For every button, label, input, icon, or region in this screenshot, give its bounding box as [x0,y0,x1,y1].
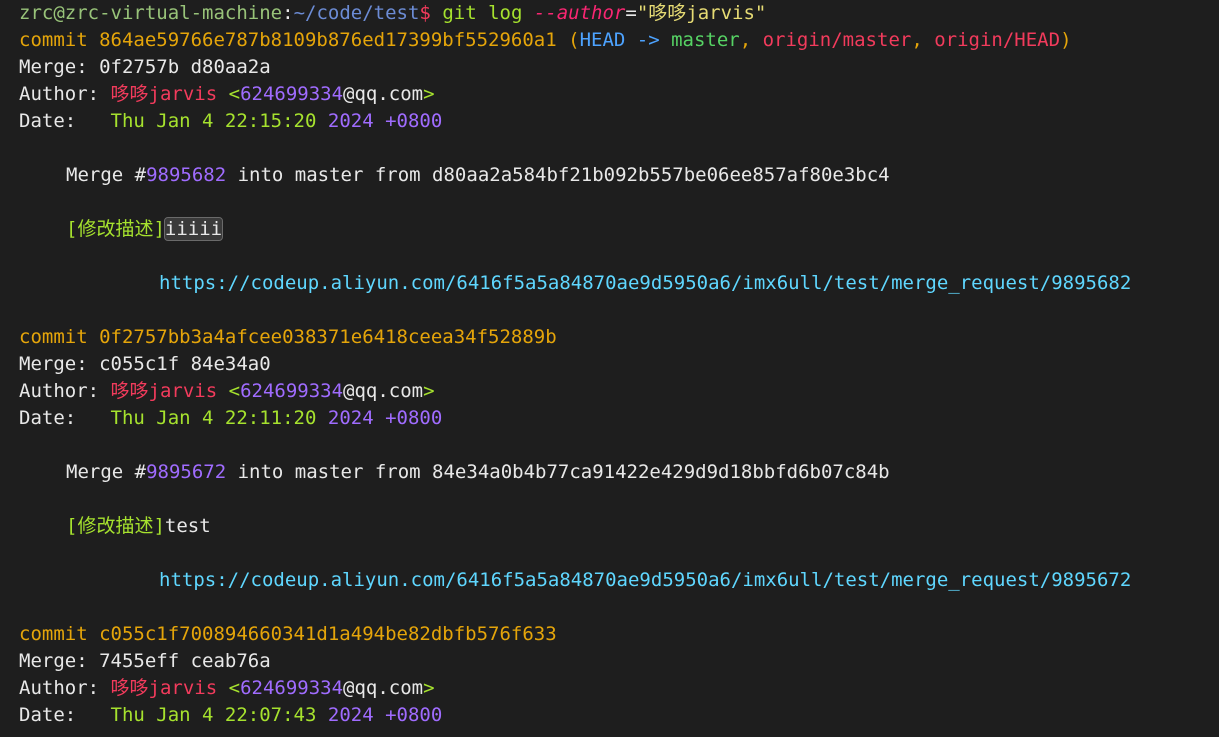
email-open: < [228,83,241,105]
refs-open: ( [568,29,580,51]
email-close: > [423,677,435,699]
description-line: [修改描述]iiiii [19,216,1219,243]
merge-parents: 0f2757b d80aa2a [99,56,271,78]
commit-line: commit 0f2757bb3a4afcee038371e6418ceea34… [19,324,1219,351]
date-timezone: +0800 [385,407,443,429]
date-line: Date: Thu Jan 4 22:07:43 2024 +0800 [19,702,1219,729]
date-year: 2024 [327,407,374,429]
date-text: Thu Jan 4 22:07:43 [110,704,317,726]
merge-line: Merge: 7455eff ceab76a [19,648,1219,675]
prompt-separator: : [282,2,294,24]
commit-label: commit [19,29,88,51]
message-prefix: Merge # [66,461,147,483]
ref-head: HEAD -> [579,29,672,51]
date-year: 2024 [327,110,374,132]
description-tag: [修改描述] [66,218,165,240]
commit-label: commit [19,623,88,645]
commit-line: commit 864ae59766e787b8109b876ed17399bf5… [19,27,1219,54]
commit-message-line: Merge #9895672 into master from 84e34a0b… [19,459,1219,486]
commit-message-line: Merge #9895682 into master from d80aa2a5… [19,162,1219,189]
merge-line: Merge: c055c1f 84e34a0 [19,351,1219,378]
merge-label: Merge: [19,56,88,78]
terminal-window[interactable]: zrc@zrc-virtual-machine:~/code/test$ git… [0,0,1219,737]
merge-request-link[interactable]: https://codeup.aliyun.com/6416f5a5a84870… [159,272,1131,294]
author-line: Author: 哆哆jarvis <624699334@qq.com> [19,81,1219,108]
description-tag: [修改描述] [66,515,165,537]
refs-comma: , [739,29,763,51]
date-line: Date: Thu Jan 4 22:11:20 2024 +0800 [19,405,1219,432]
message-pr-number: 9895672 [146,461,227,483]
command-equals: = [625,2,637,24]
email-domain: @qq.com [343,380,424,402]
description-text: test [164,515,211,537]
email-open: < [228,380,241,402]
date-text: Thu Jan 4 22:15:20 [110,110,317,132]
email-close: > [423,83,435,105]
merge-line: Merge: 0f2757b d80aa2a [19,54,1219,81]
author-line: Author: 哆哆jarvis <624699334@qq.com> [19,675,1219,702]
commit-hash: 0f2757bb3a4afcee038371e6418ceea34f52889b [99,326,557,348]
merge-parents: 7455eff ceab76a [99,650,271,672]
date-timezone: +0800 [385,704,443,726]
ref-master: master [671,29,740,51]
email-number: 624699334 [240,83,344,105]
url-line: https://codeup.aliyun.com/6416f5a5a84870… [19,270,1219,297]
commit-hash: 864ae59766e787b8109b876ed17399bf552960a1 [99,29,557,51]
merge-label: Merge: [19,353,88,375]
merge-label: Merge: [19,650,88,672]
email-number: 624699334 [240,677,344,699]
message-rest: into master from 84e34a0b4b77ca91422e429… [226,461,890,483]
refs-close: ) [1060,29,1072,51]
commit-label: commit [19,326,88,348]
message-pr-number: 9895682 [146,164,227,186]
email-number: 624699334 [240,380,344,402]
message-prefix: Merge # [66,164,147,186]
merge-request-link[interactable]: https://codeup.aliyun.com/6416f5a5a84870… [159,569,1131,591]
prompt-line: zrc@zrc-virtual-machine:~/code/test$ git… [19,0,1219,27]
commit-line: commit c055c1f700894660341d1a494be82dbfb… [19,621,1219,648]
date-line: Date: Thu Jan 4 22:15:20 2024 +0800 [19,108,1219,135]
author-line: Author: 哆哆jarvis <624699334@qq.com> [19,378,1219,405]
command-text: git log [442,2,523,24]
prompt-path: ~/code/test [293,2,420,24]
prompt-symbol: $ [419,2,431,24]
ref-origin-master: origin/master [762,29,912,51]
commit-hash: c055c1f700894660341d1a494be82dbfb576f633 [99,623,557,645]
author-label: Author: [19,677,100,699]
date-timezone: +0800 [385,110,443,132]
email-close: > [423,380,435,402]
date-year: 2024 [327,704,374,726]
author-name: 哆哆jarvis [110,380,218,402]
author-label: Author: [19,83,100,105]
date-label: Date: [19,110,77,132]
merge-parents: c055c1f 84e34a0 [99,353,271,375]
email-open: < [228,677,241,699]
email-domain: @qq.com [343,677,424,699]
command-argument: "哆哆jarvis" [636,2,767,24]
date-text: Thu Jan 4 22:11:20 [110,407,317,429]
description-text-selected[interactable]: iiiii [163,217,224,241]
message-rest: into master from d80aa2a584bf21b092b557b… [226,164,890,186]
author-name: 哆哆jarvis [110,83,218,105]
email-domain: @qq.com [343,83,424,105]
author-name: 哆哆jarvis [110,677,218,699]
refs-comma: , [911,29,935,51]
author-label: Author: [19,380,100,402]
description-line: [修改描述]test [19,513,1219,540]
date-label: Date: [19,704,77,726]
command-flag: --author [533,2,626,24]
date-label: Date: [19,407,77,429]
url-line: https://codeup.aliyun.com/6416f5a5a84870… [19,567,1219,594]
ref-origin-head: origin/HEAD [934,29,1061,51]
prompt-user-host: zrc@zrc-virtual-machine [19,2,283,24]
